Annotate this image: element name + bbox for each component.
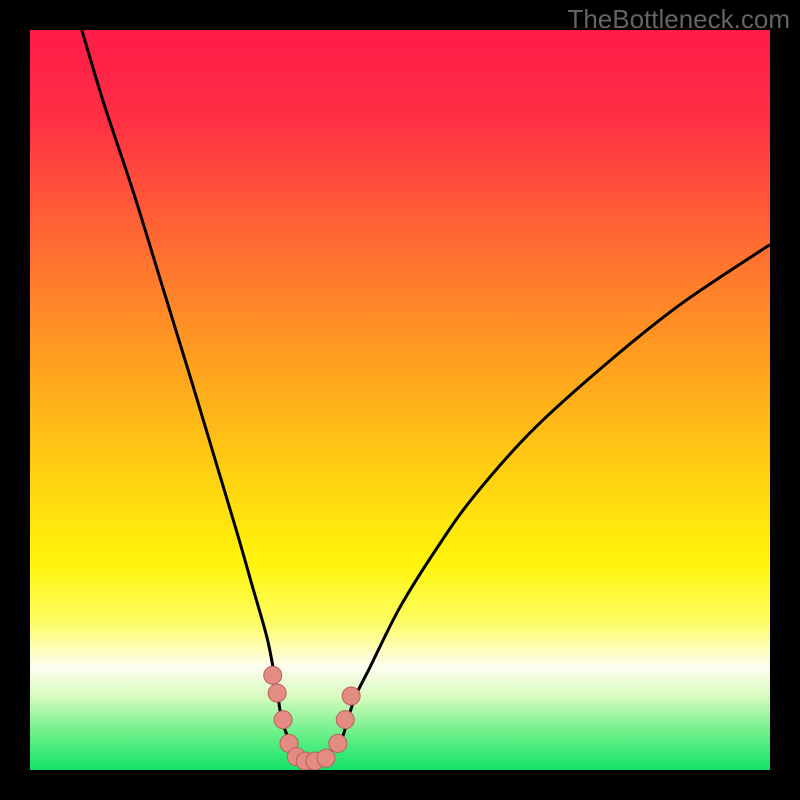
threshold-marker bbox=[342, 687, 360, 705]
threshold-marker bbox=[268, 684, 286, 702]
threshold-marker bbox=[336, 711, 354, 729]
threshold-marker bbox=[317, 749, 335, 767]
watermark-text: TheBottleneck.com bbox=[567, 4, 790, 35]
threshold-marker bbox=[329, 734, 347, 752]
bottleneck-chart bbox=[30, 30, 770, 770]
threshold-marker bbox=[264, 666, 282, 684]
threshold-marker bbox=[274, 711, 292, 729]
chart-frame: TheBottleneck.com bbox=[0, 0, 800, 800]
gradient-background bbox=[30, 30, 770, 770]
